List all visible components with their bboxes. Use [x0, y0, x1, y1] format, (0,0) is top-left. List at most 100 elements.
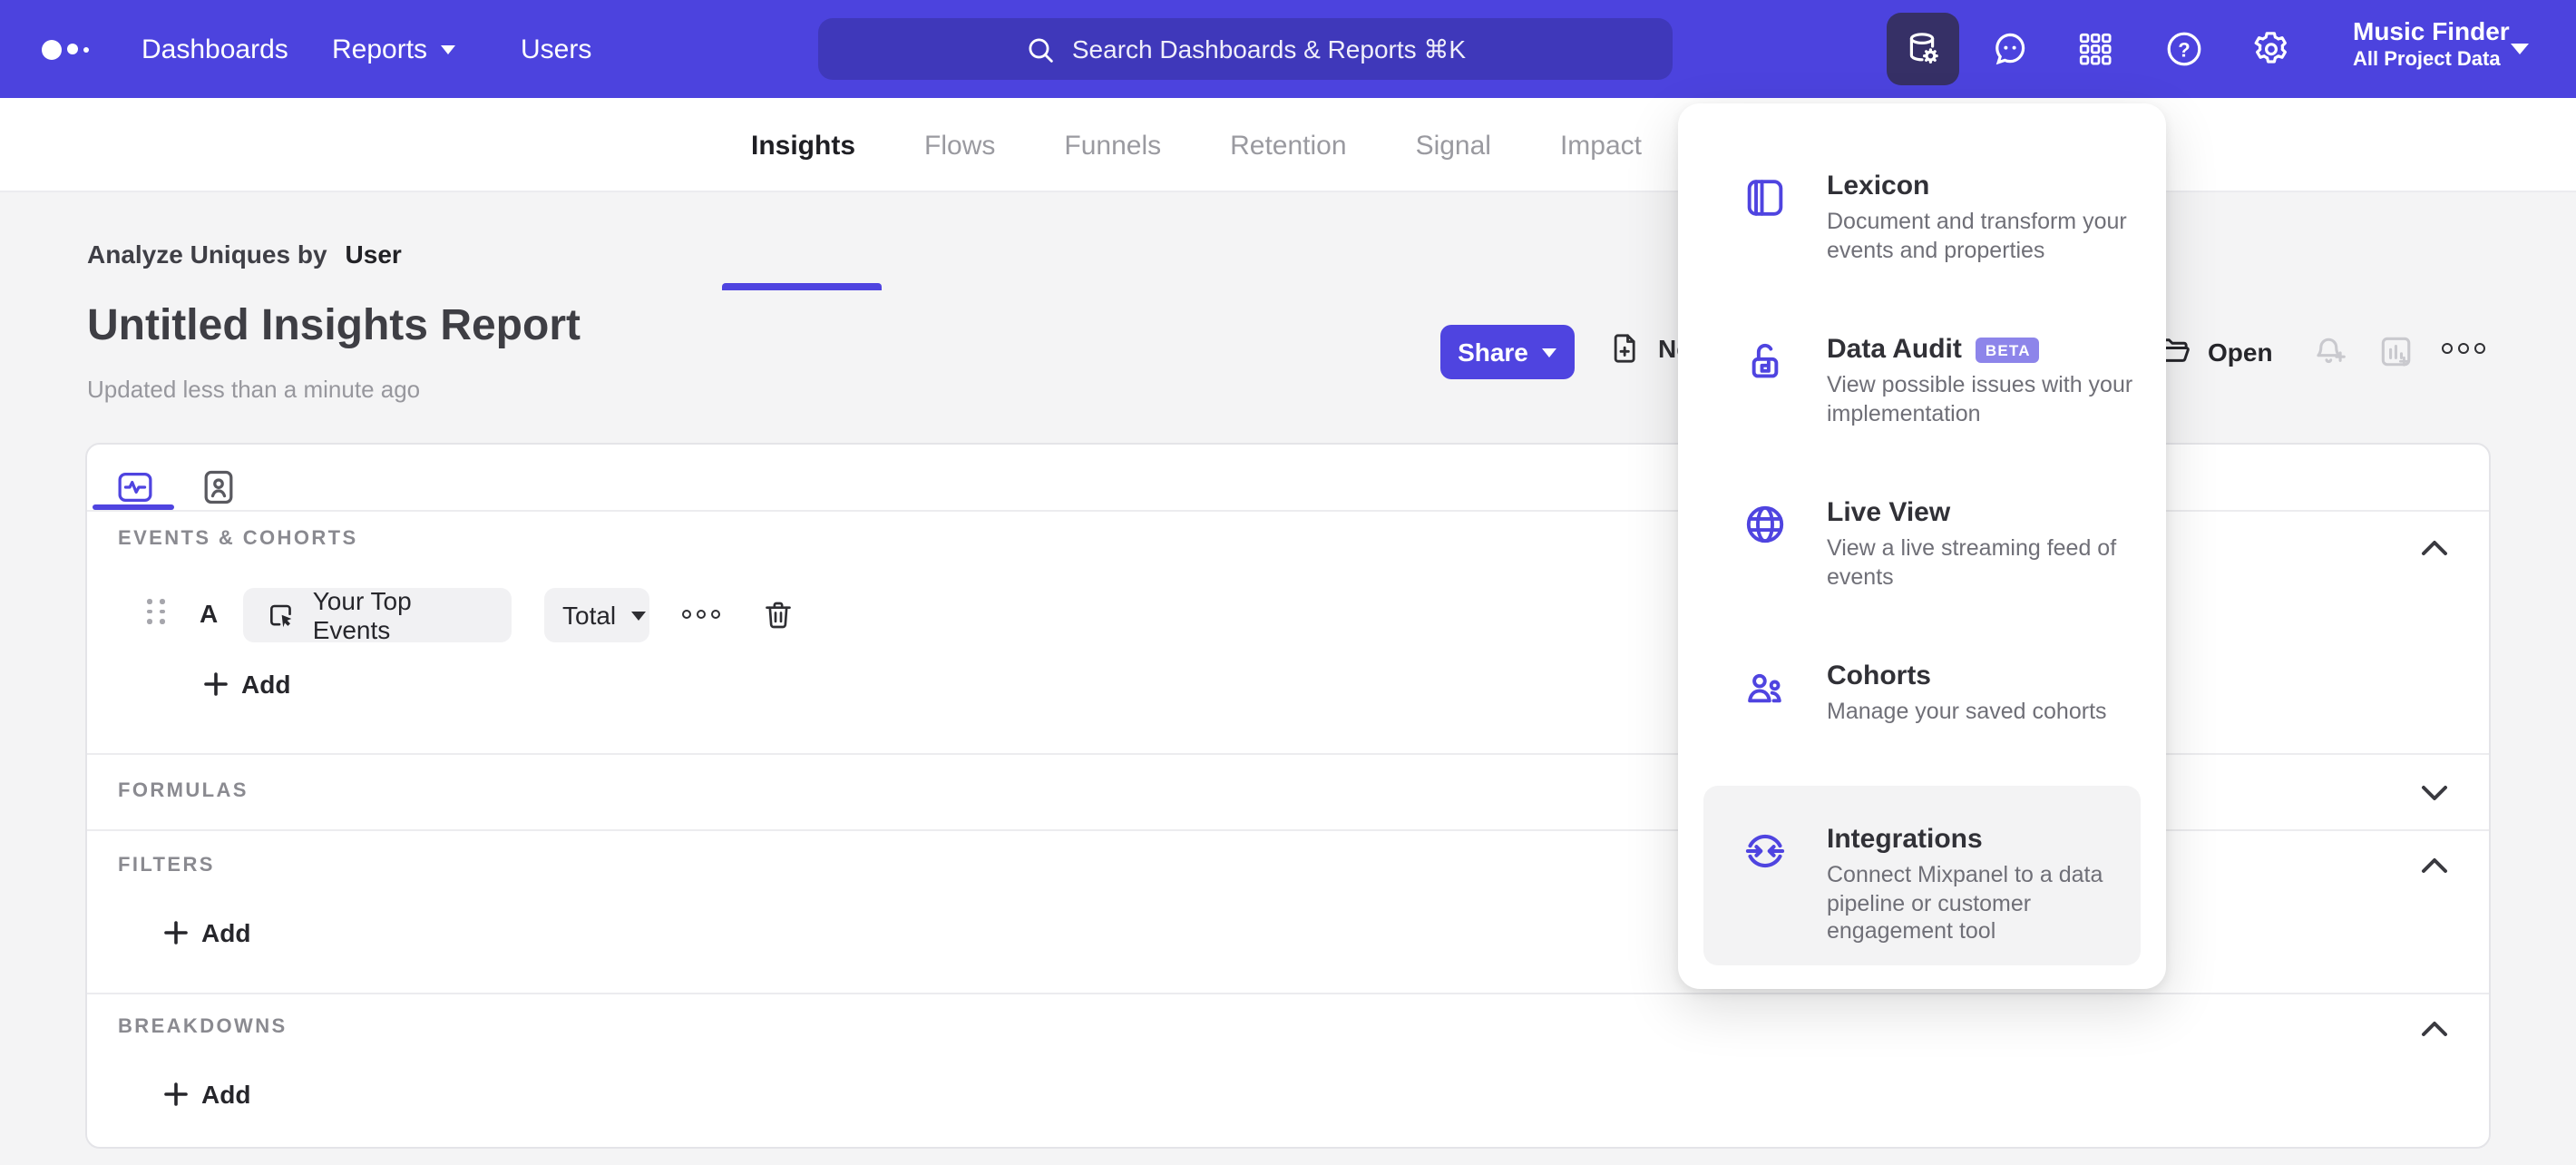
- drag-handle[interactable]: [147, 599, 167, 624]
- nav-dashboards-label: Dashboards: [141, 34, 288, 64]
- data-management-menu: Lexicon Document and transform your even…: [1678, 103, 2166, 989]
- app-root: Dashboards Reports Users Search Dashboar…: [0, 0, 2576, 1165]
- delete-event-button[interactable]: [760, 597, 796, 633]
- divider: [87, 993, 2489, 994]
- add-breakdown-label: Add: [201, 1080, 251, 1109]
- feedback-button[interactable]: [1974, 13, 2046, 85]
- tab-retention[interactable]: Retention: [1230, 130, 1346, 161]
- event-picker-label: Your Top Events: [312, 586, 412, 644]
- data-management-button[interactable]: [1887, 13, 1959, 85]
- events-collapse-button[interactable]: [2420, 539, 2449, 557]
- filters-collapse-button[interactable]: [2420, 857, 2449, 875]
- analysis-value[interactable]: User: [346, 240, 402, 269]
- nav-dashboards[interactable]: Dashboards: [141, 0, 288, 98]
- active-tab-underline: [722, 283, 882, 290]
- series-letter: A: [200, 599, 219, 628]
- metrics-view-tab[interactable]: [111, 463, 158, 510]
- formulas-section-label: FORMULAS: [118, 780, 249, 802]
- plus-icon: [164, 921, 188, 945]
- settings-button[interactable]: [2235, 13, 2308, 85]
- event-click-icon: [270, 603, 292, 627]
- project-switcher[interactable]: Music Finder All Project Data: [2353, 15, 2510, 73]
- menu-item-desc: View possible issues with your implement…: [1827, 372, 2133, 426]
- chevron-up-icon: [2422, 541, 2447, 555]
- event-picker-button[interactable]: Your Top Events: [243, 586, 512, 644]
- cohorts-people-icon: [1742, 664, 1789, 711]
- open-report-label: Open: [2208, 337, 2273, 366]
- tab-insights[interactable]: Insights: [751, 130, 855, 161]
- caret-down-icon: [630, 611, 646, 620]
- top-navbar: Dashboards Reports Users Search Dashboar…: [0, 0, 2576, 98]
- plus-icon: [164, 1082, 188, 1106]
- events-section-label: EVENTS & COHORTS: [118, 528, 358, 550]
- nav-reports-label: Reports: [332, 34, 428, 64]
- search-placeholder: Search Dashboards & Reports ⌘K: [1071, 34, 1467, 63]
- global-search-input[interactable]: Search Dashboards & Reports ⌘K: [818, 18, 1673, 80]
- profile-card-icon: [203, 469, 232, 504]
- breakdowns-collapse-button[interactable]: [2420, 1020, 2449, 1038]
- project-name: Music Finder: [2353, 16, 2510, 45]
- event-more-button[interactable]: [682, 610, 720, 619]
- apps-grid-icon: [2079, 33, 2112, 65]
- share-button[interactable]: Share: [1440, 325, 1575, 379]
- add-to-board-button[interactable]: [2376, 332, 2416, 372]
- analysis-selector: Analyze Uniques by User: [87, 240, 402, 269]
- tab-impact[interactable]: Impact: [1560, 130, 1642, 161]
- formulas-expand-button[interactable]: [2420, 784, 2449, 802]
- open-report-button[interactable]: Open: [2155, 332, 2273, 370]
- menu-item-desc: Manage your saved cohorts: [1827, 699, 2107, 724]
- help-icon: ?: [2167, 32, 2201, 66]
- tab-signal[interactable]: Signal: [1416, 130, 1491, 161]
- help-button[interactable]: ?: [2148, 13, 2220, 85]
- apps-grid-button[interactable]: [2059, 13, 2132, 85]
- report-more-button[interactable]: [2442, 343, 2485, 354]
- search-icon: [1025, 34, 1056, 64]
- nav-users[interactable]: Users: [521, 0, 591, 98]
- chevron-up-icon: [2422, 1022, 2447, 1036]
- menu-item-desc: Connect Mixpanel to a data pipeline or c…: [1827, 862, 2103, 944]
- menu-item-title: Lexicon: [1827, 171, 1930, 201]
- project-scope: All Project Data: [2353, 49, 2501, 71]
- nav-reports[interactable]: Reports: [332, 0, 455, 98]
- tab-flows[interactable]: Flows: [924, 130, 995, 161]
- feedback-bubble-icon: [1995, 33, 2025, 65]
- chart-plus-icon: [2381, 337, 2411, 367]
- metric-label: Total: [562, 601, 617, 630]
- menu-item-desc: Document and transform your events and p…: [1827, 209, 2127, 262]
- insights-pulse-icon: [117, 471, 151, 502]
- add-breakdown-button[interactable]: Add: [163, 1080, 250, 1109]
- menu-item-title: Cohorts: [1827, 661, 1931, 691]
- file-plus-icon: [1614, 334, 1635, 363]
- share-caret-icon: [1542, 348, 1557, 357]
- add-event-button[interactable]: Add: [203, 670, 290, 699]
- data-audit-lock-icon: [1742, 338, 1789, 385]
- filters-section-label: FILTERS: [118, 855, 215, 876]
- profiles-view-tab[interactable]: [194, 463, 241, 510]
- project-caret-icon[interactable]: [2511, 44, 2529, 54]
- beta-badge: BETA: [1976, 338, 2040, 363]
- share-label: Share: [1458, 338, 1528, 367]
- metric-dropdown[interactable]: Total: [544, 588, 649, 642]
- integrations-sync-icon: [1742, 827, 1789, 875]
- gear-icon: [2254, 32, 2287, 64]
- tab-funnels[interactable]: Funnels: [1064, 130, 1161, 161]
- menu-item-title: Live View: [1827, 497, 1951, 528]
- mixpanel-logo-icon[interactable]: [42, 0, 89, 98]
- caret-down-icon: [440, 44, 455, 54]
- chevron-up-icon: [2422, 858, 2447, 873]
- add-filter-label: Add: [201, 918, 251, 947]
- more-dot-icon: [2458, 343, 2469, 354]
- breakdowns-section-label: BREAKDOWNS: [118, 1016, 288, 1038]
- menu-item-title: Data Audit: [1827, 334, 1962, 365]
- live-view-globe-icon: [1742, 501, 1789, 548]
- report-tabbar: Insights Flows Funnels Retention Signal …: [0, 98, 2576, 290]
- updated-timestamp: Updated less than a minute ago: [87, 376, 421, 403]
- chevron-down-icon: [2422, 786, 2447, 800]
- svg-text:?: ?: [2178, 38, 2190, 61]
- plus-icon: [204, 672, 228, 696]
- add-filter-button[interactable]: Add: [163, 918, 250, 947]
- report-title[interactable]: Untitled Insights Report: [87, 301, 581, 352]
- menu-item-desc: View a live streaming feed of events: [1827, 535, 2117, 589]
- more-dot-icon: [711, 610, 720, 619]
- create-alert-button[interactable]: [2311, 332, 2351, 372]
